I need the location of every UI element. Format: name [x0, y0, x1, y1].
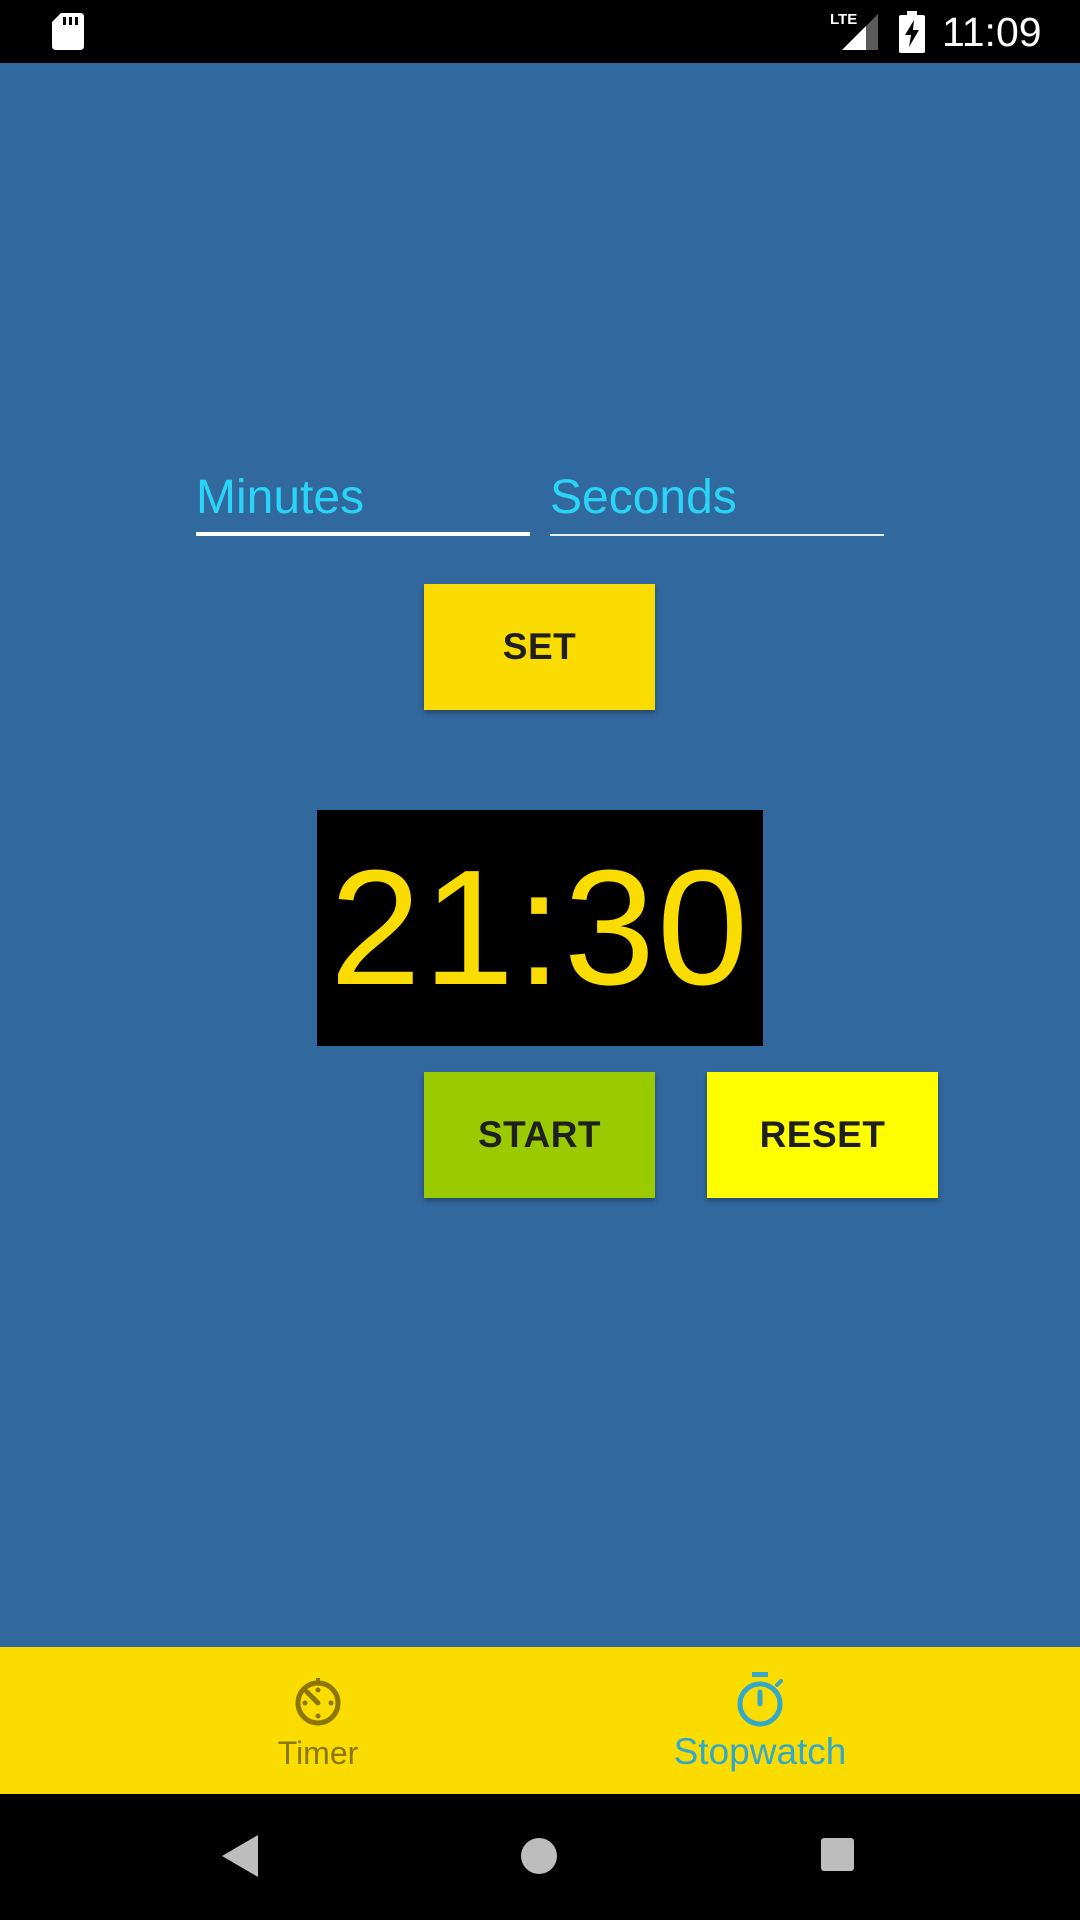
system-navigation-bar [0, 1794, 1080, 1920]
bottom-navigation: Timer Stopwatch [0, 1647, 1080, 1794]
nav-label-timer: Timer [277, 1735, 359, 1771]
back-icon[interactable] [222, 1835, 258, 1877]
nav-item-stopwatch[interactable]: Stopwatch [610, 1647, 910, 1794]
start-button[interactable]: START [424, 1072, 655, 1198]
sd-card-icon [52, 13, 84, 50]
timer-icon [295, 1678, 341, 1726]
timer-value: 21:30 [329, 836, 751, 1019]
seconds-underline [550, 534, 884, 536]
stopwatch-icon [737, 1672, 783, 1727]
minutes-field[interactable] [196, 462, 530, 536]
reset-button[interactable]: RESET [707, 1072, 938, 1198]
minutes-underline [196, 532, 530, 536]
minutes-input[interactable] [196, 462, 530, 532]
seconds-input[interactable] [550, 462, 884, 532]
status-time: 11:09 [942, 9, 1042, 55]
seconds-field[interactable] [550, 462, 884, 536]
set-button[interactable]: SET [424, 584, 655, 710]
home-icon[interactable] [521, 1838, 557, 1874]
nav-label-stopwatch: Stopwatch [673, 1731, 847, 1772]
app-screen: LTE 11:09 SET 21:30 START RESET [0, 0, 1080, 1920]
svg-text:LTE: LTE [830, 11, 857, 28]
recents-icon[interactable] [821, 1838, 854, 1871]
lte-signal-icon: LTE [830, 11, 878, 50]
nav-item-timer[interactable]: Timer [168, 1647, 468, 1794]
status-bar: LTE 11:09 [0, 0, 1080, 63]
battery-charging-icon [899, 11, 925, 53]
timer-display: 21:30 [317, 810, 763, 1046]
